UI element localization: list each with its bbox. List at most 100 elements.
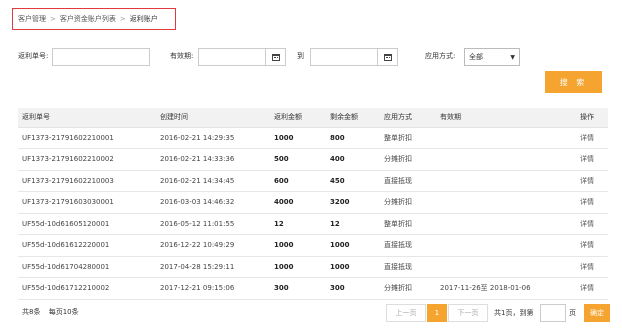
cell-valid-period (436, 148, 576, 171)
cell-created-time: 2016-02-21 14:29:35 (156, 127, 270, 149)
details-link[interactable]: 详情 (580, 241, 594, 249)
cell-rebate-amount: 1000 (270, 127, 326, 149)
cell-apply-method: 整单折扣 (380, 127, 436, 149)
cell-rebate-amount: 1000 (270, 256, 326, 278)
cell-remaining-amount: 450 (326, 170, 380, 192)
cell-rebate-amount: 600 (270, 170, 326, 192)
cell-action: 详情 (576, 256, 608, 278)
cell-remaining-amount: 1000 (326, 256, 380, 278)
apply-method-selected: 全部 (469, 53, 483, 61)
goto-page-input[interactable] (540, 304, 566, 322)
cell-valid-period: 2017-11-26至 2018-01-06 (436, 277, 576, 300)
date-to-input[interactable] (310, 48, 378, 66)
total-records-text: 共8条 (22, 308, 41, 316)
cell-apply-method: 整单折扣 (380, 213, 436, 235)
cell-rebate-amount: 4000 (270, 191, 326, 214)
cell-rebate-no: UF55d-10d61712210002 (18, 277, 156, 300)
cell-valid-period (436, 234, 576, 257)
date-to-calendar-button[interactable] (378, 48, 398, 66)
rebate-no-input[interactable] (52, 48, 150, 66)
cell-remaining-amount: 12 (326, 213, 380, 235)
page-suffix-text: 页 (569, 309, 576, 317)
goto-page-confirm-button[interactable]: 确定 (584, 304, 610, 322)
cell-valid-period (436, 191, 576, 214)
pagination: 上一页 1 下一页 共1页，到第 页 确定 (386, 304, 612, 322)
cell-rebate-no: UF1373-21791602210003 (18, 170, 156, 192)
table-row: UF1373-21791602210002 2016-02-21 14:33:3… (18, 148, 608, 171)
details-link[interactable]: 详情 (580, 284, 594, 292)
cell-rebate-no: UF1373-21791603030001 (18, 191, 156, 214)
cell-remaining-amount: 1000 (326, 234, 380, 257)
filter-bar: 返利单号: 有效期: 到 应用方式: 全部 ▼ (18, 48, 618, 66)
table-row: UF55d-10d61704280001 2017-04-28 15:29:11… (18, 256, 608, 278)
cell-action: 详情 (576, 277, 608, 300)
details-link[interactable]: 详情 (580, 155, 594, 163)
cell-apply-method: 分摊折扣 (380, 277, 436, 300)
cell-action: 详情 (576, 213, 608, 235)
cell-valid-period (436, 213, 576, 235)
calendar-icon (271, 53, 280, 61)
table-row: UF55d-10d61612220001 2016-12-22 10:49:29… (18, 234, 608, 257)
cell-remaining-amount: 300 (326, 277, 380, 300)
cell-created-time: 2016-03-03 14:46:32 (156, 191, 270, 214)
chevron-down-icon: ▼ (510, 53, 515, 61)
breadcrumb: 客户管理 > 客户资金账户列表 > 返利账户 (12, 8, 176, 30)
cell-created-time: 2016-02-21 14:33:36 (156, 148, 270, 171)
prev-page-button[interactable]: 上一页 (386, 304, 426, 322)
col-header-rebate-no: 返利单号 (18, 108, 156, 128)
details-link[interactable]: 详情 (580, 198, 594, 206)
cell-valid-period (436, 170, 576, 192)
cell-apply-method: 分摊折扣 (380, 148, 436, 171)
cell-remaining-amount: 400 (326, 148, 380, 171)
breadcrumb-customer-management[interactable]: 客户管理 (18, 14, 46, 24)
apply-method-label: 应用方式: (425, 52, 456, 60)
details-link[interactable]: 详情 (580, 177, 594, 185)
col-header-action: 操作 (576, 108, 608, 128)
breadcrumb-fund-account-list[interactable]: 客户资金账户列表 (60, 14, 116, 24)
col-header-rebate-amount: 返利金额 (270, 108, 326, 128)
next-page-button[interactable]: 下一页 (448, 304, 488, 322)
rebate-table: 返利单号 创建时间 返利金额 剩余金额 应用方式 有效期 操作 UF1373-2… (18, 108, 608, 300)
cell-valid-period (436, 256, 576, 278)
cell-apply-method: 直接抵现 (380, 234, 436, 257)
cell-rebate-amount: 12 (270, 213, 326, 235)
cell-rebate-no: UF1373-21791602210002 (18, 148, 156, 171)
cell-created-time: 2016-12-22 10:49:29 (156, 234, 270, 257)
table-row: UF1373-21791602210003 2016-02-21 14:34:4… (18, 170, 608, 192)
calendar-icon (383, 53, 392, 61)
date-from-calendar-button[interactable] (266, 48, 286, 66)
cell-rebate-amount: 300 (270, 277, 326, 300)
cell-action: 详情 (576, 191, 608, 214)
table-row: UF55d-10d61605120001 2016-05-12 11:01:55… (18, 213, 608, 235)
cell-rebate-amount: 1000 (270, 234, 326, 257)
cell-apply-method: 直接抵现 (380, 170, 436, 192)
details-link[interactable]: 详情 (580, 263, 594, 271)
cell-rebate-no: UF55d-10d61704280001 (18, 256, 156, 278)
cell-rebate-amount: 500 (270, 148, 326, 171)
col-header-apply-method: 应用方式 (380, 108, 436, 128)
cell-created-time: 2017-04-28 15:29:11 (156, 256, 270, 278)
details-link[interactable]: 详情 (580, 220, 594, 228)
col-header-created-time: 创建时间 (156, 108, 270, 128)
cell-created-time: 2016-02-21 14:34:45 (156, 170, 270, 192)
per-page-text: 每页10条 (48, 308, 79, 316)
cell-valid-period (436, 127, 576, 149)
cell-action: 详情 (576, 148, 608, 171)
cell-created-time: 2016-05-12 11:01:55 (156, 213, 270, 235)
details-link[interactable]: 详情 (580, 134, 594, 142)
col-header-remaining-amount: 剩余金额 (326, 108, 380, 128)
cell-action: 详情 (576, 127, 608, 149)
cell-apply-method: 直接抵现 (380, 256, 436, 278)
rebate-no-label: 返利单号: (18, 52, 49, 60)
cell-action: 详情 (576, 234, 608, 257)
table-row: UF55d-10d61712210002 2017-12-21 09:15:06… (18, 277, 608, 300)
record-count-info: 共8条 每页10条 (22, 307, 85, 317)
cell-rebate-no: UF55d-10d61612220001 (18, 234, 156, 257)
date-from-input[interactable] (198, 48, 266, 66)
apply-method-select[interactable]: 全部 ▼ (464, 48, 520, 66)
cell-action: 详情 (576, 170, 608, 192)
search-button[interactable]: 搜 索 (545, 71, 602, 93)
breadcrumb-separator: > (50, 15, 56, 23)
cell-remaining-amount: 800 (326, 127, 380, 149)
current-page-indicator[interactable]: 1 (427, 304, 447, 322)
